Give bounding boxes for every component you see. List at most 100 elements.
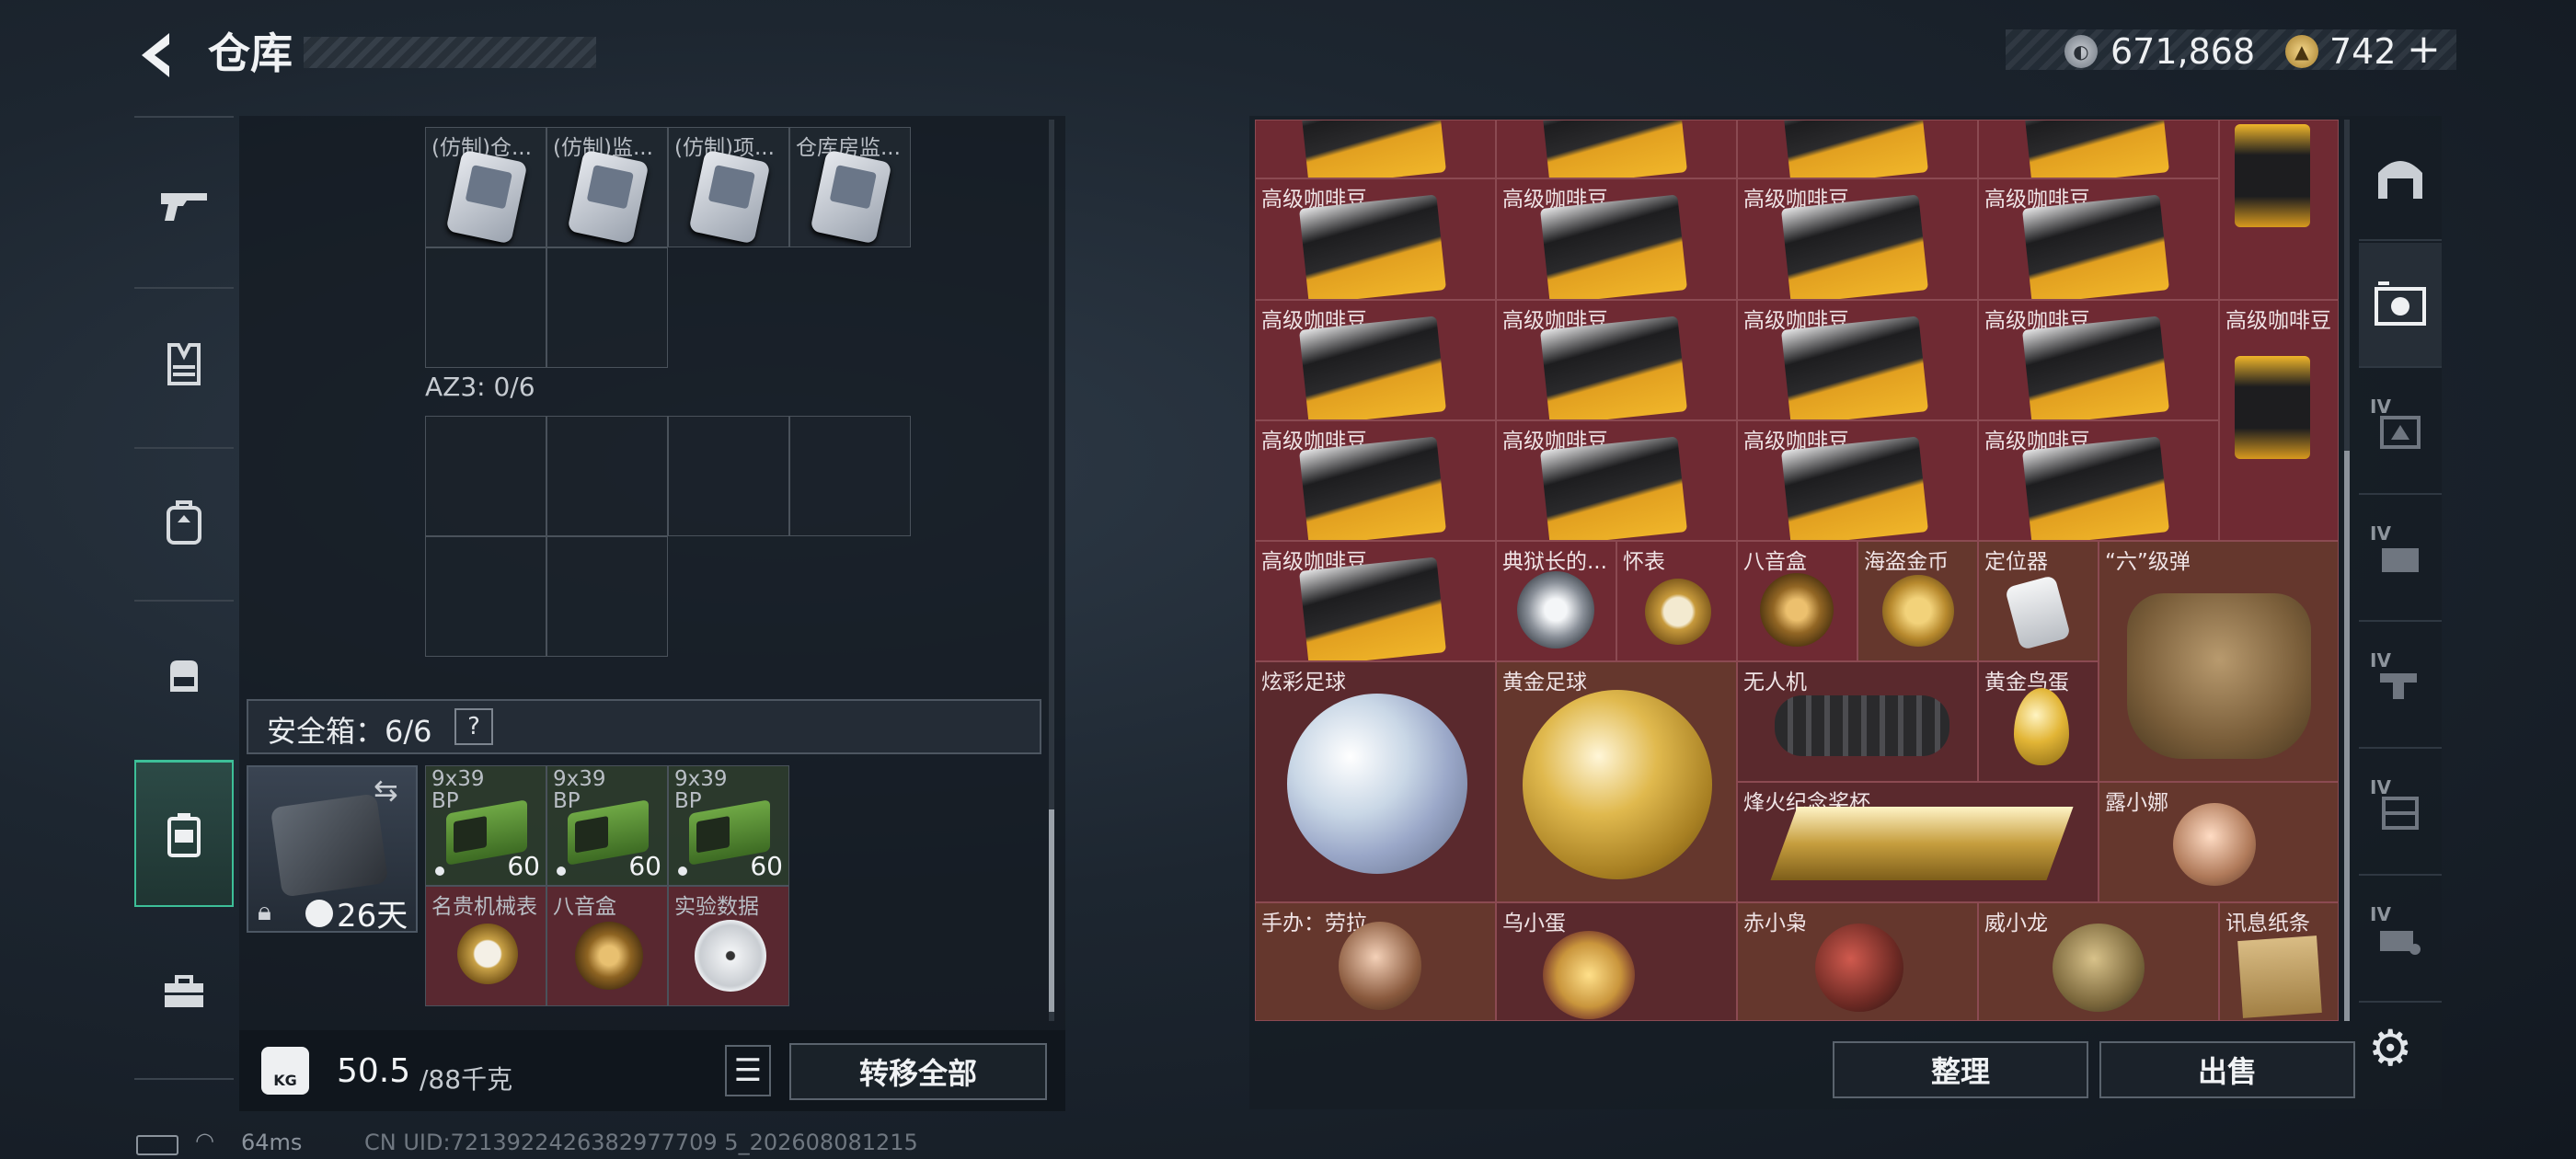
item-slot[interactable]: 手办：劳拉	[1255, 902, 1496, 1021]
item-slot[interactable]: 赤小枭	[1737, 902, 1978, 1021]
coffee-item[interactable]: 高级咖啡豆	[1255, 541, 1496, 661]
item-slot[interactable]: 露小娜	[2099, 782, 2339, 902]
coffee-item[interactable]: 高级咖啡豆	[1737, 178, 1978, 300]
empty-slot[interactable]	[546, 247, 668, 368]
item-slot[interactable]: 无人机	[1737, 661, 1978, 782]
stash-tab-3[interactable]: IV	[2359, 370, 2442, 495]
ammo-item[interactable]: 9x39 BP 60	[425, 765, 546, 886]
music-box-icon	[575, 922, 643, 990]
add-currency-button[interactable]: +	[2407, 26, 2441, 74]
nav-toolbox[interactable]	[134, 918, 234, 1065]
coffee-item[interactable]: 高级咖啡豆	[1737, 420, 1978, 541]
item-slot[interactable]: 烽火纪念奖杯	[1737, 782, 2099, 902]
help-button[interactable]: ?	[454, 708, 493, 745]
stash-tab-5[interactable]: IV	[2359, 624, 2442, 749]
empty-slot[interactable]	[425, 536, 546, 657]
coffee-item[interactable]: 高级咖啡豆	[1737, 300, 1978, 420]
empty-slot[interactable]	[546, 536, 668, 657]
coffee-item[interactable]: 高级咖啡豆	[1978, 300, 2219, 420]
item-slot[interactable]: (仿制)项...	[668, 127, 789, 247]
item-slot[interactable]: 八音盒	[546, 886, 668, 1006]
stash-tab-4[interactable]: IV	[2359, 497, 2442, 622]
pocket-watch-icon	[1645, 579, 1711, 645]
coffee-item[interactable]: 高级咖啡豆	[2219, 300, 2339, 541]
back-arrow-icon[interactable]	[129, 26, 188, 85]
item-name: 黄金足球	[1502, 671, 1587, 694]
item-slot[interactable]: 典狱长的...	[1496, 541, 1616, 661]
coffee-bag-icon	[1298, 436, 1447, 540]
item-name: 9x39 BP	[553, 768, 606, 812]
item-slot[interactable]: 仓库房监...	[789, 127, 911, 247]
nav-bag[interactable]	[134, 602, 234, 749]
item-name: 炫彩足球	[1261, 671, 1346, 694]
left-scrollbar-thumb[interactable]	[1049, 809, 1054, 1012]
weight-max: /88千克	[420, 1064, 513, 1095]
item-slot[interactable]: 八音盒	[1737, 541, 1857, 661]
empty-slot[interactable]	[546, 416, 668, 536]
coffee-item[interactable]: 高级咖啡豆	[1496, 300, 1737, 420]
item-slot[interactable]: (仿制)仓...	[425, 127, 546, 247]
coffee-item[interactable]: 高级咖啡豆	[1496, 178, 1737, 300]
figure-icon	[1815, 924, 1903, 1012]
coffee-item[interactable]: 高级咖啡豆	[1978, 420, 2219, 541]
item-slot[interactable]: 怀表	[1616, 541, 1737, 661]
safebox-container[interactable]: ⇆ 🔒︎ 26天	[247, 765, 418, 935]
empty-slot[interactable]	[425, 247, 546, 368]
item-quantity: 60	[507, 851, 540, 881]
coffee-bag-icon	[1780, 194, 1929, 299]
item-name: 黄金鸟蛋	[1984, 671, 2069, 694]
sell-button[interactable]: 出售	[2099, 1041, 2355, 1098]
item-slot[interactable]: “六”级弹	[2099, 541, 2339, 782]
nav-weapons[interactable]	[134, 131, 234, 278]
stash-tab-7[interactable]: IV	[2359, 878, 2442, 1003]
coffee-item[interactable]: 高级咖啡豆	[1255, 300, 1496, 420]
coffee-item[interactable]: 高级咖啡豆	[1978, 178, 2219, 300]
ammo-item[interactable]: 9x39 BP 60	[668, 765, 789, 886]
item-slot[interactable]: 黄金足球	[1496, 661, 1737, 902]
item-name: 八音盒	[553, 895, 616, 919]
nav-armor[interactable]	[134, 291, 234, 438]
item-slot[interactable]: 实验数据	[668, 886, 789, 1006]
gear-icon[interactable]: ⚙	[2368, 1019, 2412, 1077]
item-slot[interactable]: 威小龙	[1978, 902, 2219, 1021]
lock-icon: 🔒︎	[258, 896, 271, 926]
stash-tab-all[interactable]	[2359, 116, 2442, 241]
item-slot[interactable]: 讯息纸条	[2219, 902, 2339, 1021]
item-slot[interactable]: 海盗金币	[1857, 541, 1978, 661]
nav-backpack[interactable]	[134, 449, 234, 596]
nav-safebox[interactable]	[134, 760, 234, 907]
stash-tab-6[interactable]: IV	[2359, 751, 2442, 876]
badge-icon	[1517, 571, 1594, 648]
ammo-item[interactable]: 9x39 BP 60	[546, 765, 668, 886]
coffee-item[interactable]: 高级咖啡豆	[1255, 420, 1496, 541]
gun-icon	[161, 193, 207, 221]
coffee-bag-icon	[2235, 124, 2310, 227]
item-slot[interactable]: (仿制)监...	[546, 127, 668, 247]
item-slot[interactable]: 炫彩足球	[1255, 661, 1496, 902]
coffee-item[interactable]	[2219, 120, 2339, 300]
coffee-item[interactable]	[1496, 120, 1737, 178]
weight-icon: KG	[261, 1047, 309, 1095]
item-slot[interactable]: 黄金鸟蛋	[1978, 661, 2099, 782]
coffee-item[interactable]	[1255, 120, 1496, 178]
stash-tab-collectibles[interactable]	[2359, 243, 2442, 368]
organize-button[interactable]: 整理	[1833, 1041, 2088, 1098]
swap-icon[interactable]: ⇆	[374, 773, 398, 808]
coffee-bag-icon	[1539, 120, 1688, 178]
transfer-all-button[interactable]: 转移全部	[789, 1043, 1047, 1100]
ping-label: 64ms	[241, 1130, 303, 1155]
list-icon[interactable]: ☰	[725, 1045, 771, 1096]
coffee-item[interactable]	[1978, 120, 2219, 178]
coffee-bag-icon	[1298, 120, 1447, 178]
empty-slot[interactable]	[425, 416, 546, 536]
coffee-item[interactable]: 高级咖啡豆	[1255, 178, 1496, 300]
coffee-item[interactable]: 高级咖啡豆	[1496, 420, 1737, 541]
item-slot[interactable]: 定位器	[1978, 541, 2099, 661]
item-slot[interactable]: 名贵机械表	[425, 886, 546, 1006]
stash-scrollbar-thumb[interactable]	[2344, 451, 2350, 1021]
item-slot[interactable]: 乌小蛋	[1496, 902, 1737, 1021]
item-name: 9x39 BP	[674, 768, 728, 812]
coffee-item[interactable]	[1737, 120, 1978, 178]
empty-slot[interactable]	[789, 416, 911, 536]
empty-slot[interactable]	[668, 416, 789, 536]
